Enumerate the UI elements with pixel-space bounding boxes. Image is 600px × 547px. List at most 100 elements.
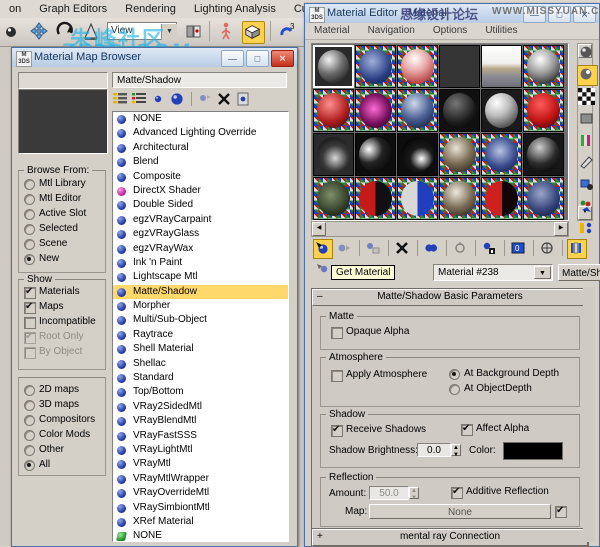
close-button[interactable]: ✕ [271, 50, 294, 67]
options-icon[interactable] [577, 175, 598, 196]
list-item[interactable]: VRayFastSSS [113, 429, 288, 443]
put-to-library-icon[interactable] [480, 239, 500, 259]
list-item[interactable]: egzVRayCarpaint [113, 213, 288, 227]
sample-slot[interactable] [438, 132, 480, 176]
radio-color-mods[interactable]: Color Mods [22, 428, 105, 443]
sample-slot-grid[interactable] [311, 43, 569, 221]
browser-window-buttons[interactable]: — □ ✕ [219, 50, 294, 67]
editor-minimize-button[interactable]: — [523, 6, 546, 23]
backlight-icon[interactable] [577, 65, 598, 86]
snap-toggle-icon[interactable]: 3 [277, 21, 298, 42]
sample-slot[interactable] [480, 88, 522, 132]
editor-params-scrollbar[interactable] [583, 287, 595, 542]
material-name-dropdown[interactable]: Material #238 ▼ [433, 264, 553, 281]
show-end-result-icon[interactable] [567, 239, 587, 259]
use-pivot-point-center-icon[interactable] [183, 21, 204, 42]
list-item[interactable]: Lightscape Mtl [113, 270, 288, 284]
list-item[interactable]: Advanced Lighting Override [113, 126, 288, 140]
editor-menu-utilities[interactable]: Utilities [476, 23, 526, 36]
list-item[interactable]: NONE [113, 112, 288, 126]
sample-slot[interactable] [480, 132, 522, 176]
delete-icon[interactable] [216, 91, 232, 107]
material-effects-channel-icon[interactable]: 0 [509, 239, 529, 259]
editor-close-button[interactable]: ✕ [573, 6, 596, 23]
radio-compositors[interactable]: Compositors [22, 413, 105, 428]
editor-menu-options[interactable]: Options [424, 23, 476, 36]
sample-slot[interactable] [396, 44, 438, 88]
minimize-button[interactable]: — [221, 50, 244, 67]
list-item[interactable]: DirectX Shader [113, 184, 288, 198]
editor-maximize-button[interactable]: □ [548, 6, 571, 23]
menu-item-graph-editors[interactable]: Graph Editors [30, 0, 116, 18]
chevron-down-icon[interactable]: ▼ [534, 266, 551, 279]
make-material-copy-icon[interactable] [422, 239, 442, 259]
sample-slot[interactable] [396, 132, 438, 176]
checkbox-maps[interactable]: Maps [22, 300, 105, 315]
checkbox-materials[interactable]: Materials [22, 285, 105, 300]
list-item[interactable]: VRaySimbiontMtl [113, 501, 288, 515]
select-object-icon[interactable] [3, 21, 24, 42]
list-item[interactable]: XRef Material [113, 515, 288, 529]
sample-slot[interactable] [354, 176, 396, 220]
list-item[interactable]: VRayMtl [113, 457, 288, 471]
select-and-link-icon[interactable] [216, 21, 237, 42]
large-sphere-icon[interactable] [169, 91, 185, 107]
sample-slot[interactable] [354, 132, 396, 176]
radio-3d-maps[interactable]: 3D maps [22, 398, 105, 413]
sample-slot[interactable] [522, 132, 564, 176]
material-editor-window[interactable]: M 3DS Material Editor - Material — □ ✕ Ma… [304, 3, 600, 547]
go-to-parent-icon[interactable] [313, 259, 333, 279]
sample-slot[interactable] [522, 44, 564, 88]
maximize-button[interactable]: □ [246, 50, 269, 67]
editor-title-bar[interactable]: M 3DS Material Editor - Material — □ ✕ [305, 4, 599, 24]
material-type-button[interactable]: Matte/Shadow [558, 264, 600, 281]
view-details-icon[interactable] [131, 91, 147, 107]
material-map-navigator-icon[interactable] [577, 219, 598, 240]
menu-item-on[interactable]: on [0, 0, 30, 18]
chevron-down-icon[interactable]: ▼ [161, 24, 177, 40]
make-preview-icon[interactable] [577, 153, 598, 174]
list-item[interactable]: VRayBlendMtl [113, 414, 288, 428]
browser-title-bar[interactable]: M 3DS Material Map Browser — □ ✕ [12, 48, 297, 68]
reflection-map-button[interactable]: None [369, 504, 551, 519]
sample-slot[interactable] [312, 176, 354, 220]
sample-type-icon[interactable] [577, 43, 598, 64]
clear-material-library-icon[interactable] [235, 91, 251, 107]
checkbox-additive-reflection[interactable]: Additive Reflection [449, 485, 549, 500]
sample-slot[interactable] [522, 88, 564, 132]
select-and-rotate-icon[interactable] [55, 21, 76, 42]
radio-selected[interactable]: Selected [22, 222, 105, 237]
sample-slot[interactable] [522, 176, 564, 220]
assign-material-to-selection-icon[interactable] [364, 239, 384, 259]
list-item[interactable]: Shell Material [113, 342, 288, 356]
sample-slot[interactable] [480, 44, 522, 88]
collapse-icon[interactable]: – [317, 290, 323, 304]
scroll-left-icon[interactable]: ◀ [312, 222, 326, 236]
editor-window-buttons[interactable]: — □ ✕ [521, 6, 596, 23]
list-item[interactable]: Shellac [113, 357, 288, 371]
view-list-icon[interactable] [112, 91, 128, 107]
checkbox-opaque-alpha[interactable]: Opaque Alpha [329, 325, 579, 340]
background-checker-icon[interactable] [577, 87, 598, 108]
radio-scene[interactable]: Scene [22, 237, 105, 252]
checkbox-receive-shadows[interactable]: Receive Shadows [329, 423, 579, 438]
select-by-material-icon[interactable] [577, 197, 598, 218]
radio-active-slot[interactable]: Active Slot [22, 207, 105, 222]
make-unique-icon[interactable] [451, 239, 471, 259]
radio-at-background-depth[interactable]: At Background Depth [447, 367, 559, 382]
sample-slot[interactable] [396, 88, 438, 132]
checkbox-incompatible[interactable]: Incompatible [22, 315, 105, 330]
sample-slot[interactable] [354, 44, 396, 88]
update-scene-materials-icon[interactable] [197, 91, 213, 107]
list-item[interactable]: egzVRayWax [113, 242, 288, 256]
menu-item-rendering[interactable]: Rendering [116, 0, 185, 18]
sample-slot[interactable] [438, 176, 480, 220]
sample-slot[interactable] [312, 44, 354, 88]
checkbox-affect-alpha[interactable]: Affect Alpha [459, 422, 529, 437]
shadow-color-swatch[interactable] [503, 442, 563, 460]
radio-all[interactable]: All [22, 458, 105, 473]
sample-slot[interactable] [438, 44, 480, 88]
reset-map-icon[interactable] [393, 239, 413, 259]
sample-slot[interactable] [312, 132, 354, 176]
editor-menu-material[interactable]: Material [305, 23, 359, 36]
